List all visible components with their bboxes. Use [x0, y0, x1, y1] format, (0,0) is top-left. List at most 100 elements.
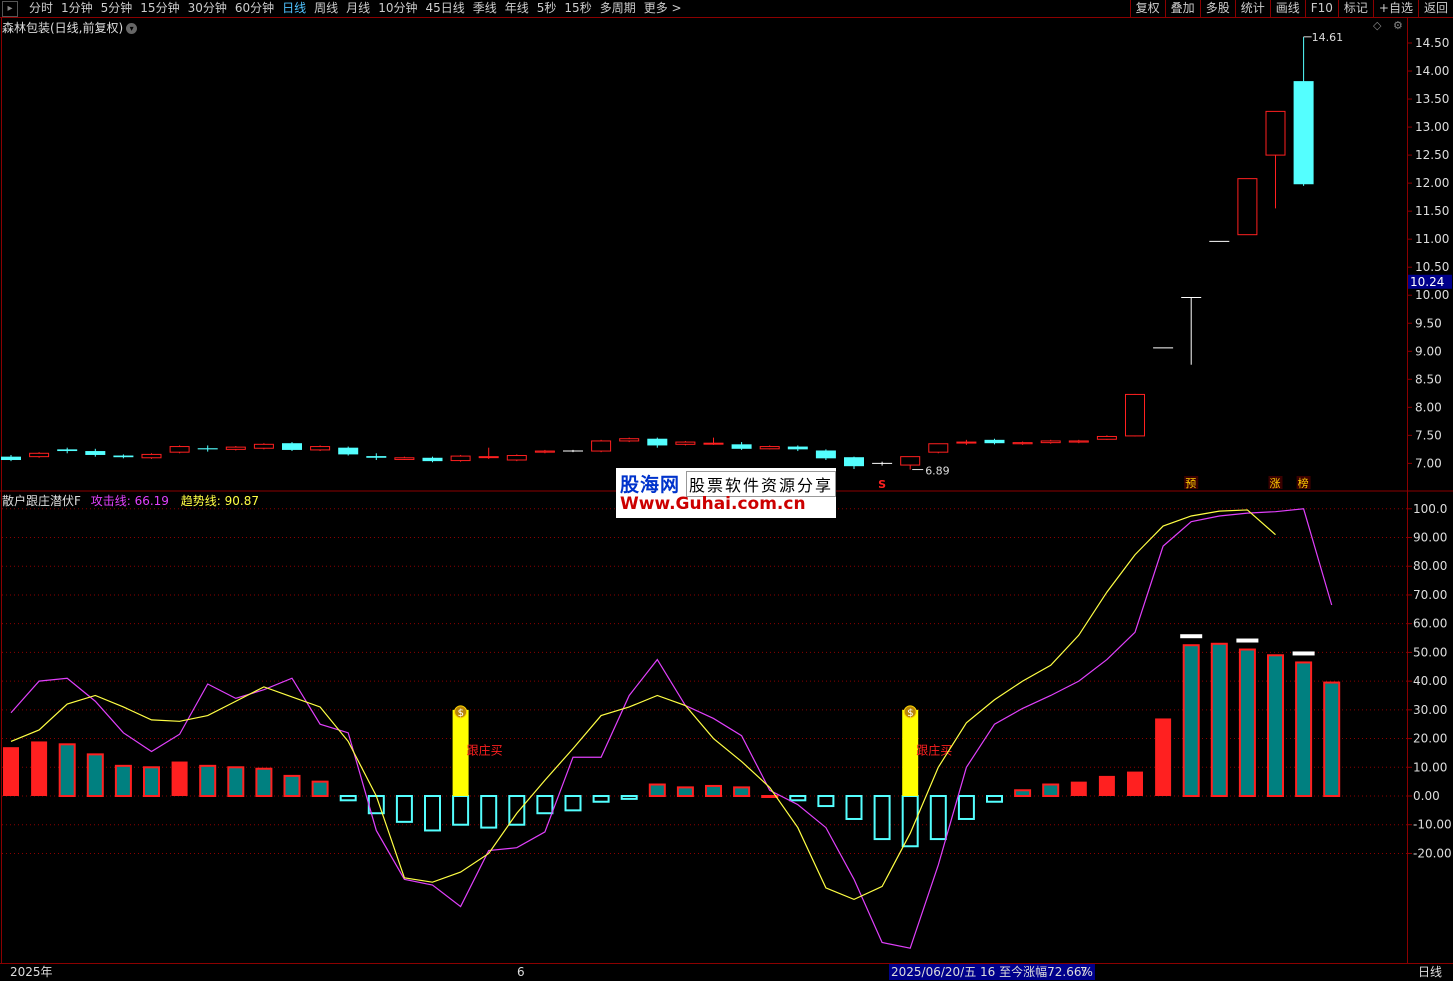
tab-30min[interactable]: 30分钟 — [184, 0, 231, 17]
candle-body — [1125, 393, 1145, 437]
signal-mark-zhang: 涨 — [1270, 477, 1281, 490]
candle-body — [1, 456, 21, 461]
indicator-tick-label: 40.00 — [1413, 674, 1447, 688]
tab-5sec[interactable]: 5秒 — [533, 0, 561, 17]
histogram-bar — [536, 795, 554, 815]
histogram-bar — [1155, 718, 1172, 796]
price-tick-label: 9.50 — [1415, 316, 1442, 330]
histogram-bar — [1127, 771, 1143, 796]
histogram-bar — [761, 795, 779, 798]
period-indicator[interactable]: 日线 — [1418, 964, 1442, 980]
histogram-bar — [957, 795, 975, 820]
settings-icon[interactable]: ⚙ — [1393, 19, 1403, 32]
month-6-label: 6 — [517, 965, 525, 979]
peak-dash — [1292, 651, 1315, 656]
candle-body — [984, 439, 1005, 444]
candle-body — [1012, 442, 1033, 445]
candle-body — [394, 457, 415, 460]
histogram-bar — [3, 747, 19, 796]
candle-body — [450, 455, 471, 462]
tab-quarterly[interactable]: 季线 — [469, 0, 501, 17]
indicator-tick-label: 90.00 — [1413, 531, 1447, 545]
candle-body — [506, 455, 527, 461]
high-price-label: 14.61 — [1312, 31, 1344, 44]
histogram-bar — [311, 780, 329, 798]
indicator-tick-label: -20.00 — [1413, 846, 1452, 860]
price-tick-label: 12.50 — [1415, 148, 1449, 162]
histogram-bar — [648, 783, 666, 798]
histogram-bar — [452, 795, 470, 826]
overlay-button[interactable]: 叠加 — [1164, 0, 1200, 17]
tab-multi-period[interactable]: 多周期 — [596, 0, 640, 17]
histogram-bar — [1267, 654, 1284, 797]
multi-stock-button[interactable]: 多股 — [1199, 0, 1235, 17]
histogram-bar — [480, 795, 498, 829]
candle-body — [85, 451, 106, 455]
histogram-bar — [620, 795, 638, 800]
indicator-legend: 散户跟庄潜伏F 攻击线: 66.19 趋势线: 90.87 — [2, 492, 259, 509]
add-watchlist-button[interactable]: +自选 — [1372, 0, 1418, 17]
indicator-name[interactable]: 散户跟庄潜伏F — [2, 494, 81, 508]
tab-daily[interactable]: 日线 — [278, 0, 310, 17]
tab-15min[interactable]: 15分钟 — [136, 0, 183, 17]
histogram-bar — [1098, 775, 1115, 796]
stock-title: 森林包装(日线,前复权) ▾ — [2, 19, 138, 36]
indicator-tick-label: 80.00 — [1413, 559, 1447, 573]
back-button[interactable]: 返回 — [1417, 0, 1453, 17]
candle-body — [57, 449, 78, 452]
mark-button[interactable]: 标记 — [1337, 0, 1373, 17]
selection-info: 2025/06/20/五 16 至今涨幅72.66% — [889, 964, 1095, 980]
watermark-url: Www.Guhai.com.cn — [620, 494, 806, 514]
tab-60min[interactable]: 60分钟 — [231, 0, 278, 17]
tab-10min[interactable]: 10分钟 — [374, 0, 421, 17]
candle-body — [1040, 440, 1061, 444]
histogram-bar — [255, 767, 273, 798]
buy-signal-label: 跟庄买 — [467, 742, 503, 757]
histogram-bar — [676, 786, 694, 797]
f10-button[interactable]: F10 — [1304, 0, 1338, 17]
candle-body — [141, 453, 162, 459]
candle-body — [815, 450, 836, 459]
tab-fenshi[interactable]: 分时 — [25, 0, 57, 17]
function-buttons: 复权 叠加 多股 统计 画线 F10 标记 +自选 返回 — [1129, 0, 1453, 17]
restore-rights-button[interactable]: 复权 — [1129, 0, 1165, 17]
price-tick-label: 13.50 — [1415, 92, 1449, 106]
tab-1min[interactable]: 1分钟 — [57, 0, 97, 17]
histogram-bar — [1295, 661, 1313, 798]
candle-body — [1265, 110, 1286, 156]
tab-5min[interactable]: 5分钟 — [97, 0, 137, 17]
histogram-bar — [564, 795, 582, 812]
tab-weekly[interactable]: 周线 — [310, 0, 342, 17]
candle-body — [113, 455, 134, 458]
statistics-button[interactable]: 统计 — [1234, 0, 1270, 17]
tab-45day[interactable]: 45日线 — [421, 0, 468, 17]
candle-body — [253, 443, 274, 449]
histogram-bar — [227, 766, 245, 798]
candle-body — [731, 444, 752, 449]
candle-body — [844, 457, 864, 467]
stock-title-text: 森林包装(日线,前复权) — [2, 21, 124, 35]
tab-15sec[interactable]: 15秒 — [560, 0, 595, 17]
candle-body — [478, 456, 499, 459]
draw-line-button[interactable]: 画线 — [1269, 0, 1305, 17]
candle-body — [534, 450, 555, 453]
collapse-icon[interactable]: ▸ — [2, 1, 18, 17]
histogram-bar — [1042, 783, 1060, 798]
price-tick-label: 13.00 — [1415, 120, 1449, 134]
tab-monthly[interactable]: 月线 — [342, 0, 374, 17]
chevron-down-icon[interactable]: ▾ — [126, 23, 138, 34]
histogram-bar — [283, 774, 301, 797]
attack-line — [10, 508, 1333, 949]
price-tick-label: 7.00 — [1415, 456, 1442, 470]
indicator-tick-label: 30.00 — [1413, 703, 1447, 717]
diamond-icon[interactable]: ◇ — [1373, 19, 1381, 32]
histogram-bar — [86, 753, 104, 798]
tab-more[interactable]: 更多 > — [640, 0, 686, 17]
indicator-tick-label: 50.00 — [1413, 645, 1447, 659]
price-tick-label: 8.50 — [1415, 372, 1442, 386]
year-label: 2025年 — [10, 965, 53, 979]
histogram-bar — [817, 795, 835, 808]
period-tabs: 分时 1分钟 5分钟 15分钟 30分钟 60分钟 日线 周线 月线 10分钟 … — [25, 0, 686, 17]
tab-yearly[interactable]: 年线 — [501, 0, 533, 17]
month-7-label: 7 — [1080, 965, 1088, 979]
